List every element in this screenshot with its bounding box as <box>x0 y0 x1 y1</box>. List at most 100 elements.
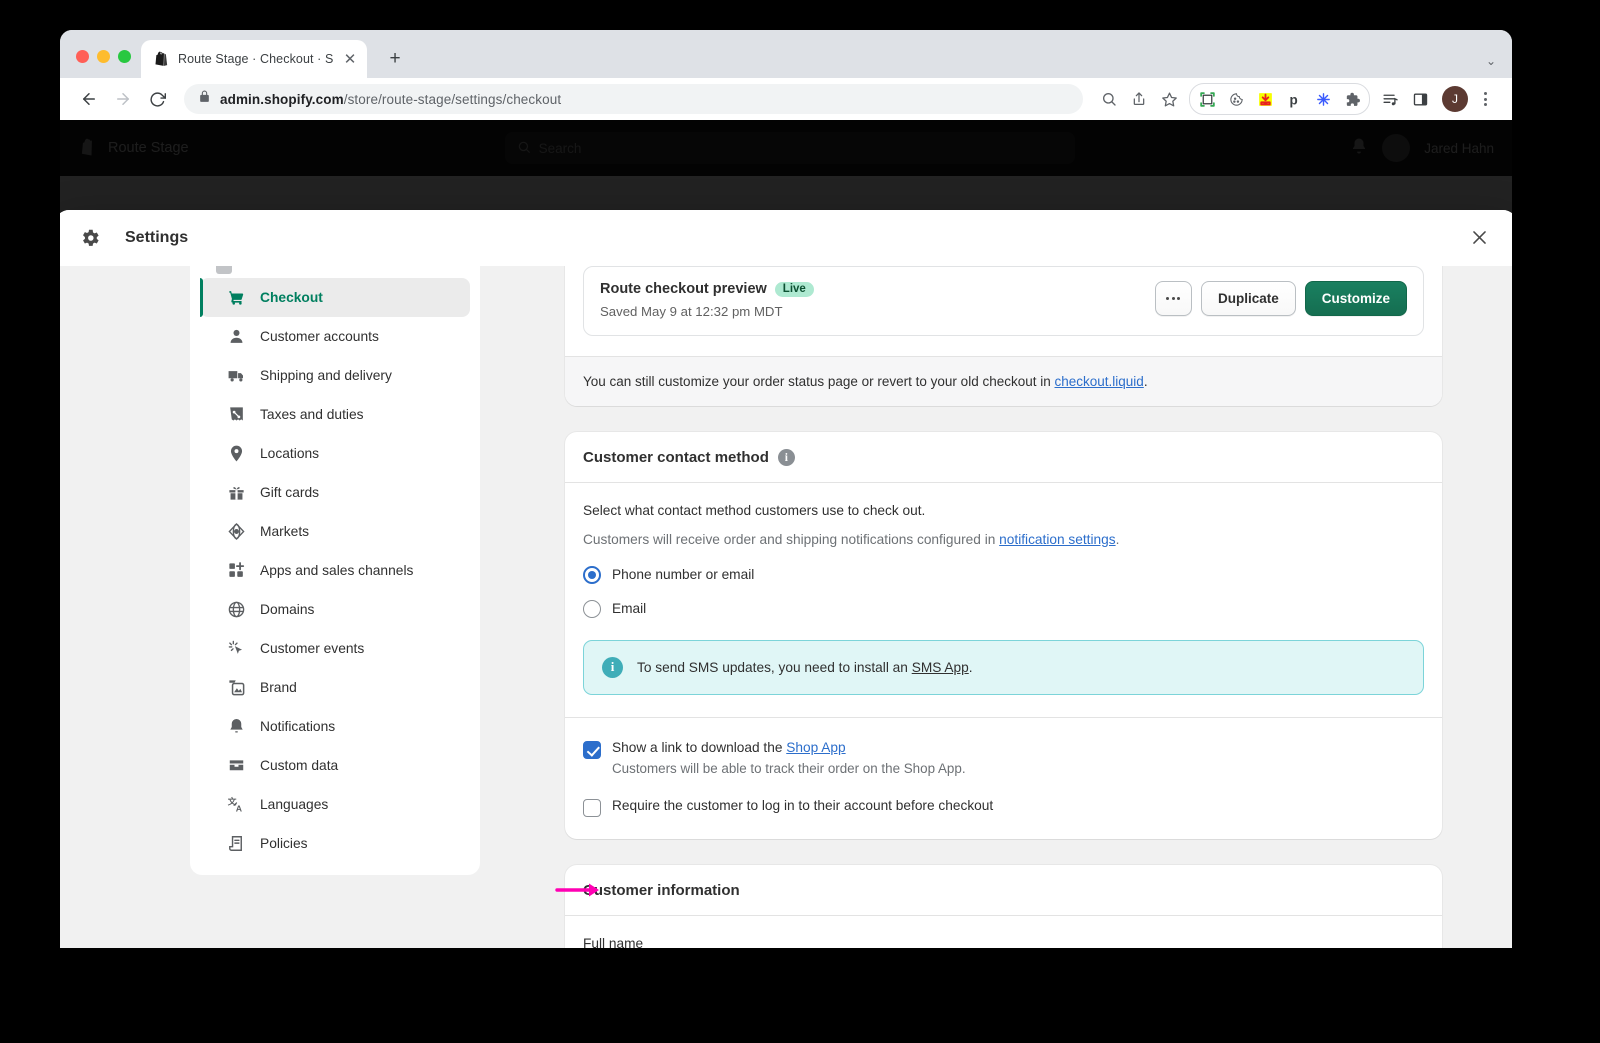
search-icon[interactable] <box>1095 85 1123 113</box>
sidebar-item-brand[interactable]: Brand <box>200 668 470 707</box>
address-bar-text: admin.shopify.com/store/route-stage/sett… <box>220 92 561 107</box>
more-actions-button[interactable] <box>1154 281 1192 316</box>
browser-toolbar: admin.shopify.com/store/route-stage/sett… <box>60 78 1512 120</box>
forward-button[interactable] <box>108 84 138 114</box>
preview-text-block: Route checkout preview Live Saved May 9 … <box>600 281 814 319</box>
contact-option-phone-or-email[interactable]: Phone number or email <box>583 565 1424 584</box>
maximize-window-button[interactable] <box>118 50 131 63</box>
sidebar-item-apps-and-sales-channels[interactable]: Apps and sales channels <box>200 551 470 590</box>
side-panel-icon[interactable] <box>1406 85 1434 113</box>
sidebar-item-customer-accounts[interactable]: Customer accounts <box>200 317 470 356</box>
show-shop-app-link-row[interactable]: Show a link to download the Shop App Cus… <box>583 740 1424 776</box>
sidebar-item-taxes-and-duties[interactable]: Taxes and duties <box>200 395 470 434</box>
globe-icon <box>226 600 246 620</box>
checkbox-label: Show a link to download the Shop App <box>612 740 966 755</box>
p-extension-icon[interactable]: p <box>1280 85 1308 113</box>
sidebar-item-locations[interactable]: Locations <box>200 434 470 473</box>
share-icon[interactable] <box>1125 85 1153 113</box>
sidebar-scroll-clip <box>190 266 480 278</box>
globe-target-icon <box>226 522 246 542</box>
sub-text-after: . <box>1115 531 1120 547</box>
settings-modal-title: Settings <box>125 228 189 246</box>
back-button[interactable] <box>74 84 104 114</box>
duplicate-button[interactable]: Duplicate <box>1200 281 1296 316</box>
sidebar-item-label: Custom data <box>260 758 339 773</box>
browser-window: Route Stage · Checkout · Shopi ✕ + ⌄ adm… <box>60 30 1512 948</box>
sidebar-item-notifications[interactable]: Notifications <box>200 707 470 746</box>
asterisk-extension-icon[interactable] <box>1309 85 1337 113</box>
download-red-icon[interactable] <box>1251 85 1279 113</box>
require-login-row[interactable]: Require the customer to log in to their … <box>583 798 1424 817</box>
percent-receipt-icon <box>226 405 246 425</box>
customize-button[interactable]: Customize <box>1304 281 1407 316</box>
checkout-preview-card: Route checkout preview Live Saved May 9 … <box>565 266 1442 406</box>
close-window-button[interactable] <box>76 50 89 63</box>
note-text-before: You can still customize your order statu… <box>583 374 1055 389</box>
sidebar-item-label: Domains <box>260 602 315 617</box>
bookmark-star-icon[interactable] <box>1155 85 1183 113</box>
customer-information-card: Customer information Full name Only requ… <box>565 864 1442 948</box>
tabstrip-chevron-down-icon[interactable]: ⌄ <box>1486 54 1496 68</box>
contact-subdescription: Customers will receive order and shippin… <box>583 530 1424 550</box>
active-indicator <box>200 278 203 317</box>
status-badge: Live <box>774 281 814 297</box>
sidebar-item-gift-cards[interactable]: Gift cards <box>200 473 470 512</box>
extensions-pinned-group: p <box>1189 83 1370 115</box>
new-tab-button[interactable]: + <box>381 45 409 73</box>
label-before: Show a link to download the <box>612 739 787 755</box>
contact-card-body: Select what contact method customers use… <box>565 483 1442 839</box>
reload-button[interactable] <box>142 84 172 114</box>
sidebar-item-checkout[interactable]: Checkout <box>200 278 470 317</box>
info-icon[interactable]: i <box>777 449 795 466</box>
sidebar-item-custom-data[interactable]: Custom data <box>200 746 470 785</box>
close-tab-button[interactable]: ✕ <box>341 50 359 68</box>
preview-actions: Duplicate Customize <box>1154 281 1407 316</box>
browser-tab[interactable]: Route Stage · Checkout · Shopi ✕ <box>141 40 367 78</box>
sidebar-item-label: Customer events <box>260 641 365 656</box>
sidebar-item-shipping-and-delivery[interactable]: Shipping and delivery <box>200 356 470 395</box>
close-icon[interactable] <box>1465 224 1493 252</box>
sidebar-item-policies[interactable]: Policies <box>200 824 470 863</box>
section-divider <box>565 716 1442 718</box>
sidebar-item-domains[interactable]: Domains <box>200 590 470 629</box>
truck-icon <box>226 366 246 386</box>
sidebar-item-label: Customer accounts <box>260 329 379 344</box>
sidebar-item-languages[interactable]: 文A Languages <box>200 785 470 824</box>
show-shop-app-link-checkbox[interactable] <box>583 740 601 759</box>
sidebar-item-label: Languages <box>260 797 329 812</box>
address-bar[interactable]: admin.shopify.com/store/route-stage/sett… <box>184 84 1083 114</box>
sidebar-item-label: Brand <box>260 680 297 695</box>
sidebar-item-label: Apps and sales channels <box>260 563 414 578</box>
apps-plus-icon <box>226 561 246 581</box>
sms-app-link[interactable]: SMS App <box>912 660 969 675</box>
banner-text-after: . <box>968 659 973 675</box>
sidebar-item-label: Checkout <box>260 290 323 305</box>
settings-modal-header: Settings <box>60 210 1512 266</box>
screenshot-root: Route Stage · Checkout · Shopi ✕ + ⌄ adm… <box>0 0 1600 1043</box>
contact-card-header: Customer contact method i <box>565 432 1442 483</box>
notification-settings-link[interactable]: notification settings <box>999 532 1115 547</box>
contact-option-email[interactable]: Email <box>583 599 1424 618</box>
sidebar-item-customer-events[interactable]: Customer events <box>200 629 470 668</box>
puzzle-extensions-icon[interactable] <box>1338 85 1366 113</box>
show-shop-app-link-text: Show a link to download the Shop App Cus… <box>612 740 966 776</box>
profile-avatar[interactable]: J <box>1442 86 1468 112</box>
gear-icon <box>79 227 101 249</box>
preview-card-inner: Route checkout preview Live Saved May 9 … <box>565 266 1442 356</box>
image-tag-icon <box>226 678 246 698</box>
checkout-preview-row: Route checkout preview Live Saved May 9 … <box>583 266 1424 336</box>
contact-card-heading: Customer contact method <box>583 449 769 466</box>
playlist-icon[interactable] <box>1376 85 1404 113</box>
shop-app-link[interactable]: Shop App <box>786 740 845 755</box>
full-name-field-label: Full name <box>583 935 644 948</box>
screenshot-icon[interactable] <box>1193 85 1221 113</box>
translate-icon: 文A <box>226 795 246 815</box>
cookie-icon[interactable] <box>1222 85 1250 113</box>
sidebar-item-markets[interactable]: Markets <box>200 512 470 551</box>
minimize-window-button[interactable] <box>97 50 110 63</box>
radio-button[interactable] <box>583 565 601 584</box>
checkout-liquid-link[interactable]: checkout.liquid <box>1055 374 1144 389</box>
radio-button[interactable] <box>583 599 601 618</box>
browser-menu-button[interactable] <box>1472 86 1498 112</box>
require-login-checkbox[interactable] <box>583 798 601 817</box>
